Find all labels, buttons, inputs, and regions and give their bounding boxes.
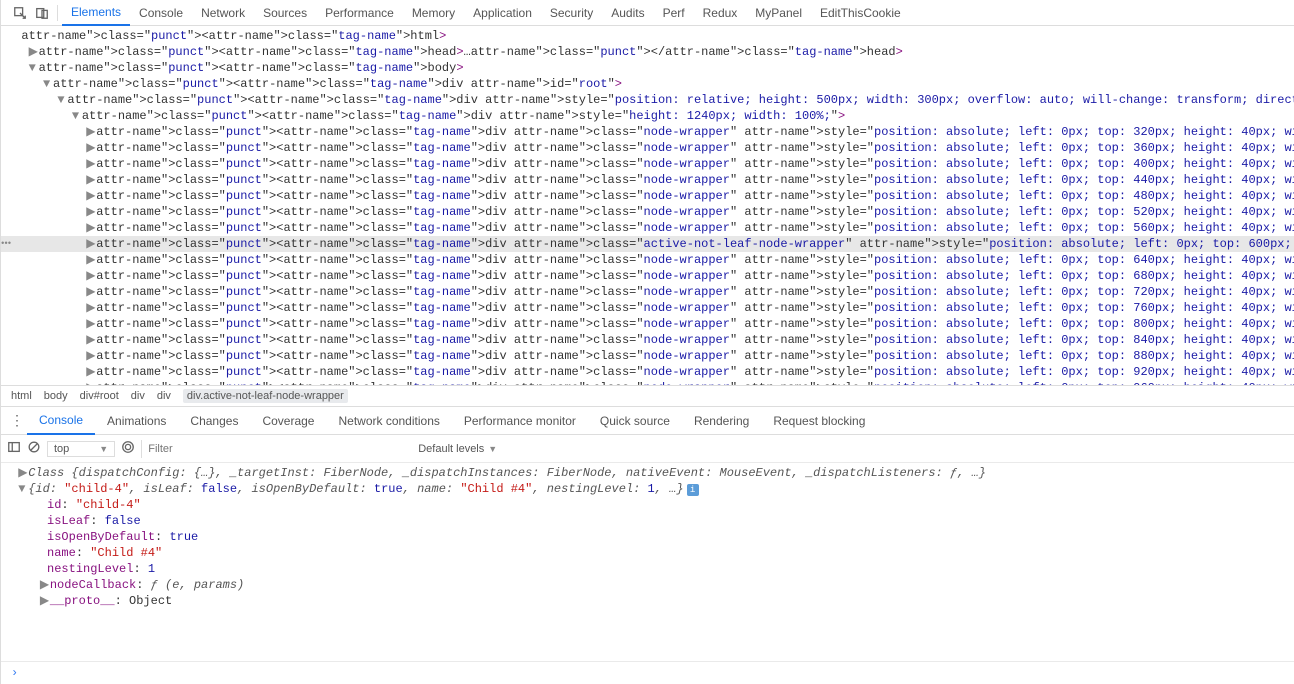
console-output[interactable]: ▶Class {dispatchConfig: {…}, _targetInst… [1, 463, 1294, 661]
execution-context-selector[interactable]: top ▼ [47, 441, 115, 457]
tab-elements[interactable]: Elements [62, 0, 130, 26]
source-line[interactable]: attr-name">class="punct"><attr-name">cla… [1, 28, 1294, 44]
source-line[interactable]: ▼attr-name">class="punct"><attr-name">cl… [1, 92, 1294, 108]
elements-panel[interactable]: attr-name">class="punct"><attr-name">cla… [1, 26, 1294, 385]
source-line[interactable]: ▶attr-name">class="punct"><attr-name">cl… [1, 220, 1294, 236]
device-toggle-icon[interactable] [31, 2, 53, 24]
tab-perf[interactable]: Perf [654, 0, 694, 26]
console-prompt[interactable]: › [1, 661, 1294, 684]
tab-mypanel[interactable]: MyPanel [746, 0, 811, 26]
source-line[interactable]: ▶attr-name">class="punct"><attr-name">cl… [1, 380, 1294, 385]
tab-console[interactable]: Console [130, 0, 192, 26]
breadcrumb-item[interactable]: body [44, 390, 68, 402]
console-filter-input[interactable] [148, 443, 408, 455]
toolbar-separator [57, 5, 58, 21]
console-row[interactable]: isOpenByDefault: true [11, 529, 1294, 545]
tab-security[interactable]: Security [541, 0, 602, 26]
clear-console-icon[interactable] [27, 440, 41, 457]
source-line[interactable]: ▶attr-name">class="punct"><attr-name">cl… [1, 140, 1294, 156]
tab-sources[interactable]: Sources [254, 0, 316, 26]
source-line[interactable]: ▶attr-name">class="punct"><attr-name">cl… [1, 156, 1294, 172]
source-line[interactable]: ▶attr-name">class="punct"><attr-name">cl… [1, 188, 1294, 204]
source-line[interactable]: ▼attr-name">class="punct"><attr-name">cl… [1, 76, 1294, 92]
tab-redux[interactable]: Redux [694, 0, 747, 26]
console-row[interactable]: ▼{id: "child-4", isLeaf: false, isOpenBy… [11, 481, 1294, 497]
devtools-toolbar: ElementsConsoleNetworkSourcesPerformance… [1, 0, 1294, 26]
breadcrumb-item[interactable]: html [11, 390, 32, 402]
console-sidebar-toggle-icon[interactable] [7, 440, 21, 457]
chevron-down-icon: ▼ [99, 444, 108, 454]
drawer-menu-icon[interactable]: ⋮ [7, 412, 27, 429]
drawer-tab-changes[interactable]: Changes [178, 407, 250, 435]
source-line[interactable]: ▼attr-name">class="punct"><attr-name">cl… [1, 60, 1294, 76]
source-line[interactable]: ▶attr-name">class="punct"><attr-name">cl… [1, 316, 1294, 332]
source-line[interactable]: ▶attr-name">class="punct"><attr-name">cl… [1, 204, 1294, 220]
drawer-tab-console[interactable]: Console [27, 407, 95, 435]
tab-editthiscookie[interactable]: EditThisCookie [811, 0, 910, 26]
drawer-tab-performance-monitor[interactable]: Performance monitor [452, 407, 588, 435]
source-line[interactable]: ▶attr-name">class="punct"><attr-name">cl… [1, 124, 1294, 140]
log-levels-selector[interactable]: Default levels ▼ [418, 443, 497, 455]
separator [141, 440, 142, 458]
levels-label: Default levels [418, 443, 484, 455]
tab-audits[interactable]: Audits [602, 0, 653, 26]
tab-application[interactable]: Application [464, 0, 541, 26]
drawer-tab-animations[interactable]: Animations [95, 407, 178, 435]
context-label: top [54, 443, 69, 455]
breadcrumb-item[interactable]: div [157, 390, 171, 402]
drawer-tab-quick-source[interactable]: Quick source [588, 407, 682, 435]
source-line[interactable]: ▶attr-name">class="punct"><attr-name">cl… [1, 44, 1294, 60]
source-line[interactable]: ▶attr-name">class="punct"><attr-name">cl… [1, 172, 1294, 188]
source-line[interactable]: ▶attr-name">class="punct"><attr-name">cl… [1, 364, 1294, 380]
source-line[interactable]: ▶attr-name">class="punct"><attr-name">cl… [1, 300, 1294, 316]
breadcrumb-item[interactable]: div#root [80, 390, 119, 402]
info-badge-icon[interactable]: i [687, 484, 699, 496]
drawer-tabs: ⋮ ConsoleAnimationsChangesCoverageNetwor… [1, 407, 1294, 435]
drawer-tab-rendering[interactable]: Rendering [682, 407, 761, 435]
devtools-panel: ElementsConsoleNetworkSourcesPerformance… [0, 0, 1294, 684]
drawer-tab-network-conditions[interactable]: Network conditions [326, 407, 451, 435]
drawer-tab-request-blocking[interactable]: Request blocking [761, 407, 877, 435]
source-line[interactable]: ▶attr-name">class="punct"><attr-name">cl… [1, 268, 1294, 284]
live-expression-icon[interactable] [121, 440, 135, 457]
source-line[interactable]: ▼attr-name">class="punct"><attr-name">cl… [1, 108, 1294, 124]
breadcrumb-item[interactable]: div [131, 390, 145, 402]
source-line[interactable]: ▶attr-name">class="punct"><attr-name">cl… [1, 236, 1294, 252]
source-line[interactable]: ▶attr-name">class="punct"><attr-name">cl… [1, 252, 1294, 268]
console-row[interactable]: id: "child-4" [11, 497, 1294, 513]
source-line[interactable]: ▶attr-name">class="punct"><attr-name">cl… [1, 284, 1294, 300]
source-line[interactable]: ▶attr-name">class="punct"><attr-name">cl… [1, 332, 1294, 348]
source-line[interactable]: ▶attr-name">class="punct"><attr-name">cl… [1, 348, 1294, 364]
console-row[interactable]: isLeaf: false [11, 513, 1294, 529]
tab-memory[interactable]: Memory [403, 0, 464, 26]
console-row[interactable]: name: "Child #4" [11, 545, 1294, 561]
chevron-down-icon: ▼ [488, 444, 497, 454]
console-row[interactable]: ▶__proto__: Object [11, 593, 1294, 609]
tab-performance[interactable]: Performance [316, 0, 403, 26]
breadcrumb-item[interactable]: div.active-not-leaf-node-wrapper [183, 389, 348, 403]
dom-breadcrumb: html body div#root divdiv div.active-not-lea… [1, 385, 1294, 407]
console-row[interactable]: ▶nodeCallback: ƒ (e, params) [11, 577, 1294, 593]
tab-network[interactable]: Network [192, 0, 254, 26]
console-row[interactable]: ▶Class {dispatchConfig: {…}, _targetInst… [11, 465, 1294, 481]
console-row[interactable]: nestingLevel: 1 [11, 561, 1294, 577]
drawer-tab-coverage[interactable]: Coverage [250, 407, 326, 435]
console-toolbar: top ▼ Default levels ▼ [1, 435, 1294, 463]
inspect-icon[interactable] [9, 2, 31, 24]
